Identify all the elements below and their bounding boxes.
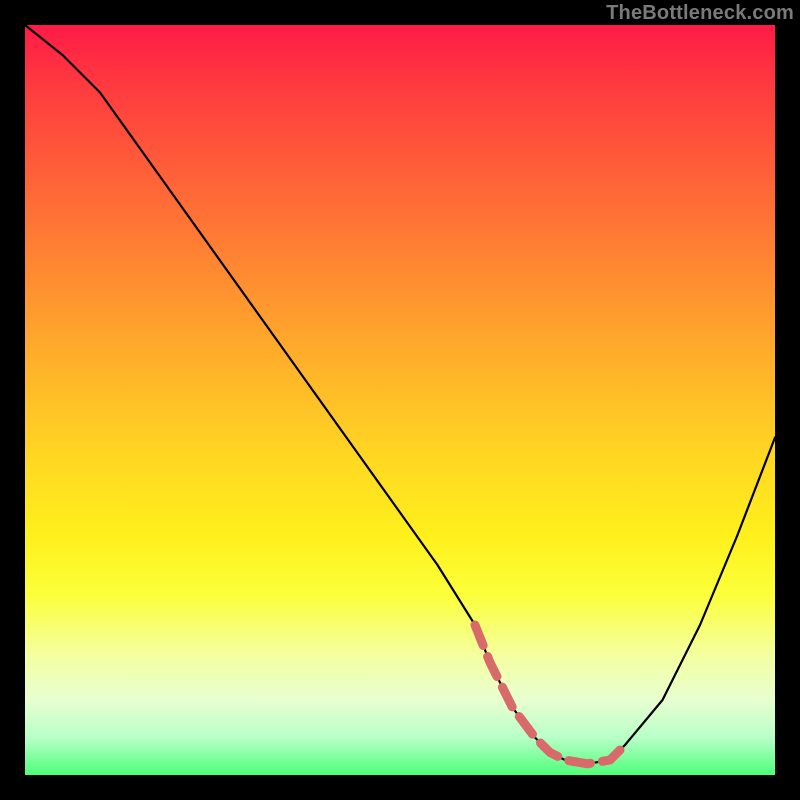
optimal-range-highlight	[475, 625, 625, 764]
curve-svg	[25, 25, 775, 775]
bottleneck-curve	[25, 25, 775, 764]
chart-frame: TheBottleneck.com	[0, 0, 800, 800]
plot-area	[25, 25, 775, 775]
watermark-label: TheBottleneck.com	[606, 2, 794, 25]
